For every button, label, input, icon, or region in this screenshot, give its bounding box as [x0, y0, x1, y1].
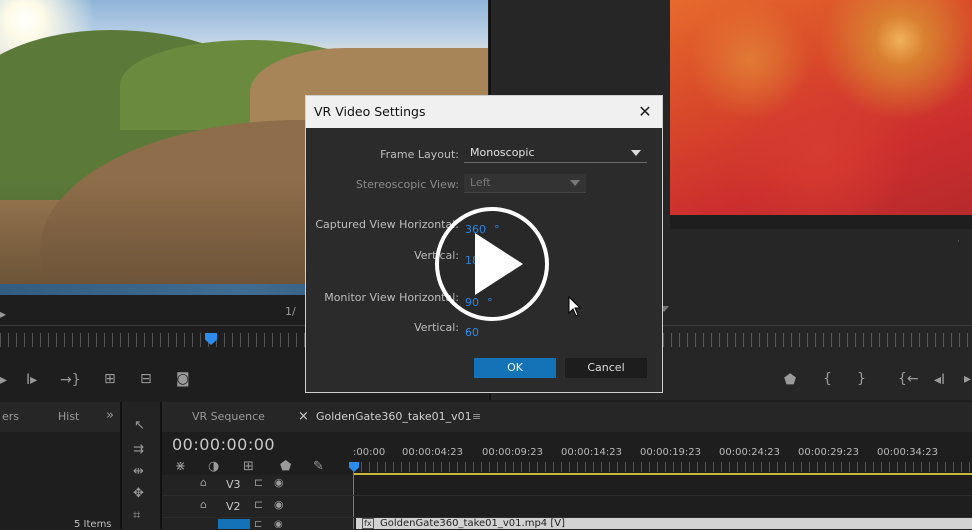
play-stop-icon[interactable]: ▸	[964, 372, 971, 386]
source-left-arrow-icon[interactable]: ▸	[0, 307, 6, 321]
tools-panel: ↖ ⇉ ⇹ ✥ ⌗	[122, 402, 160, 529]
tab-history[interactable]: Hist	[58, 402, 79, 432]
source-time-ruler[interactable]	[0, 333, 305, 347]
sync-lock-icon[interactable]: ⊏	[254, 519, 262, 530]
mark-out-icon[interactable]: }	[857, 372, 866, 386]
clip-label: GoldenGate360_take01_v01.mp4 [V]	[380, 518, 565, 529]
linked-selection-icon[interactable]: ◑	[208, 459, 219, 474]
program-video-frame[interactable]	[670, 0, 972, 215]
go-to-out-icon[interactable]: →}	[60, 373, 81, 387]
project-panel-header: ers Hist »	[0, 402, 120, 432]
close-icon[interactable]: ✕	[636, 103, 654, 121]
monitor-vertical-label: Vertical:	[414, 321, 459, 334]
stereoscopic-view-value: Left	[470, 176, 491, 189]
play-triangle	[475, 233, 523, 295]
track-target-v1[interactable]	[218, 519, 250, 529]
monitor-vertical-value[interactable]: 60	[465, 326, 479, 339]
timeline-timecode[interactable]: 00:00:00:00	[172, 435, 275, 454]
wrench-icon[interactable]: ✎	[313, 459, 324, 474]
divider	[0, 325, 305, 326]
eye-icon[interactable]: ◉	[274, 476, 284, 489]
ok-button[interactable]: OK	[474, 358, 556, 378]
time-tick: 00:00:14:23	[561, 447, 623, 458]
tab-menu-icon[interactable]: ≡	[472, 402, 481, 432]
cancel-button[interactable]: Cancel	[565, 358, 647, 378]
track-label-v3[interactable]: V3	[226, 478, 241, 491]
stereoscopic-view-label: Stereoscopic View:	[355, 178, 459, 191]
timeline-ruler[interactable]	[353, 462, 972, 472]
step-forward-icon[interactable]: I▸	[26, 373, 37, 387]
rate-stretch-tool-icon[interactable]: ⌗	[133, 508, 140, 523]
eye-icon[interactable]: ◉	[274, 498, 284, 511]
time-tick: 00:00:34:23	[877, 447, 939, 458]
tab-vr-sequence[interactable]: VR Sequence	[192, 402, 265, 432]
chevron-down-icon	[631, 150, 641, 156]
dialog-title: VR Video Settings	[306, 96, 662, 128]
marker-icon[interactable]: ⬟	[280, 459, 291, 474]
frame-layout-label: Frame Layout:	[380, 148, 459, 161]
stereoscopic-view-dropdown[interactable]: Left	[464, 174, 586, 193]
time-tick: 00:00:29:23	[798, 447, 860, 458]
track-select-tool-icon[interactable]: ⇉	[133, 442, 144, 457]
track-label-v2[interactable]: V2	[226, 500, 241, 513]
insert-icon[interactable]: ⊞	[104, 372, 116, 386]
marker-icon[interactable]: ⬟	[784, 373, 796, 387]
track-divider	[162, 495, 972, 496]
project-panel-body	[0, 432, 120, 529]
timeline-header: VR Sequence × GoldenGate360_take01_v01 ≡	[162, 402, 972, 432]
frame-layout-dropdown[interactable]: Monoscopic	[464, 144, 647, 163]
playhead-line	[353, 472, 354, 529]
lock-icon[interactable]: ⌂	[200, 498, 207, 511]
sync-lock-icon[interactable]: ⊏	[254, 476, 263, 489]
items-count: 5 Items	[74, 519, 112, 530]
fx-badge: fx	[362, 518, 374, 529]
timeline-clip[interactable]: fx GoldenGate360_take01_v01.mp4 [V]	[356, 518, 972, 529]
time-tick: 00:00:09:23	[482, 447, 544, 458]
work-area-bar[interactable]	[353, 473, 972, 475]
divider	[663, 325, 972, 326]
tab-goldengate-sequence[interactable]: GoldenGate360_take01_v01	[316, 402, 472, 432]
tab-close-icon[interactable]: ×	[298, 402, 309, 432]
time-tick: 00:00:04:23	[402, 447, 464, 458]
snap-icon[interactable]: ⋇	[175, 459, 186, 474]
program-info-strip	[670, 215, 972, 229]
sync-lock-icon[interactable]: ⊏	[254, 498, 263, 511]
mouse-cursor-icon	[568, 296, 582, 317]
step-back-icon[interactable]: ◂I	[934, 373, 945, 387]
overwrite-icon[interactable]: ⊟	[140, 372, 152, 386]
frame-layout-value: Monoscopic	[470, 146, 535, 159]
add-marker-icon[interactable]: ⊞	[243, 459, 254, 474]
lock-icon[interactable]: ⌂	[200, 476, 207, 489]
camera-icon[interactable]: ◙	[176, 372, 190, 386]
ripple-edit-tool-icon[interactable]: ⇹	[133, 464, 144, 479]
time-tick: 00:00:19:23	[640, 447, 702, 458]
mark-in-icon[interactable]: {	[823, 372, 832, 386]
program-time-ruler[interactable]	[663, 333, 972, 347]
monitor-horizontal-label: Monitor View Horizontal:	[324, 291, 459, 304]
go-to-in-icon[interactable]: {←	[898, 372, 919, 386]
eye-icon[interactable]: ◉	[274, 519, 283, 530]
captured-horizontal-label: Captured View Horizontal:	[315, 218, 459, 231]
play-icon[interactable]	[435, 207, 549, 321]
tab-project[interactable]: ers	[2, 402, 19, 432]
monitor-vertical-field[interactable]: 60	[465, 321, 479, 340]
selection-tool-icon[interactable]: ↖	[134, 418, 145, 433]
rolling-edit-tool-icon[interactable]: ✥	[133, 486, 144, 501]
step-back-icon[interactable]: ▸	[0, 373, 7, 387]
time-tick: 00:00:24:23	[719, 447, 781, 458]
panel-overflow-icon[interactable]: »	[106, 401, 114, 431]
chevron-down-icon	[570, 180, 580, 186]
time-tick: :00:00	[353, 447, 386, 458]
program-edge-mark: ·	[957, 237, 960, 247]
